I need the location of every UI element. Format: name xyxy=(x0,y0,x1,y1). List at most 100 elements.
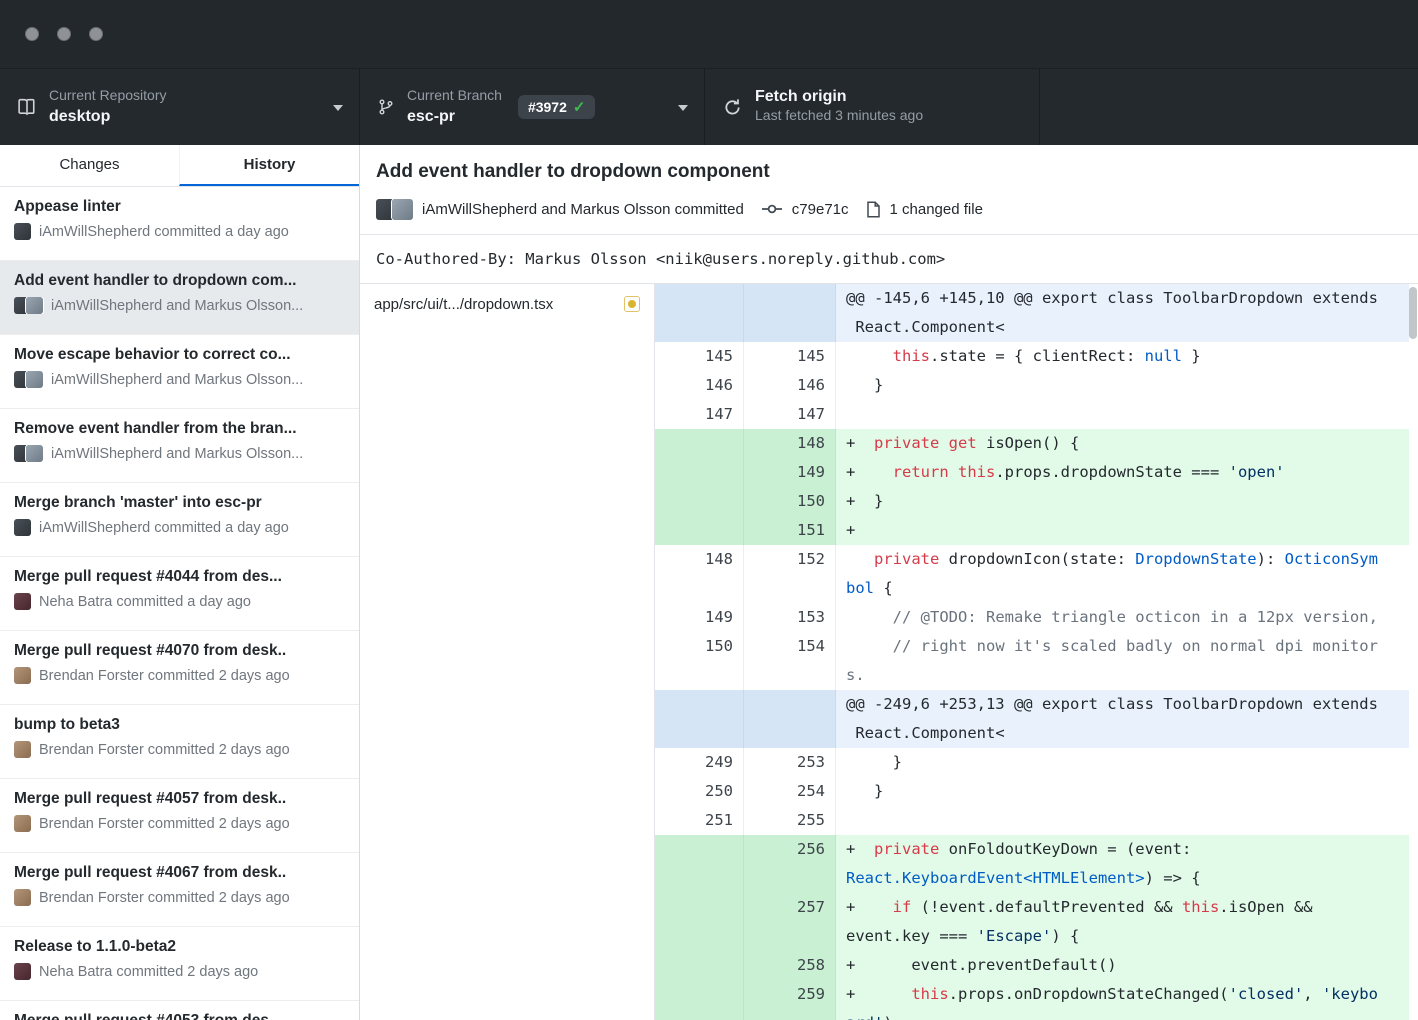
diff-row: 257+ if (!event.defaultPrevented && this… xyxy=(655,893,1409,951)
git-commit-icon xyxy=(761,201,783,217)
diff-code-line: // @TODO: Remake triangle octicon in a 1… xyxy=(836,603,1409,632)
commit-sha[interactable]: c79e71c xyxy=(792,201,849,218)
new-line-number: 253 xyxy=(744,748,836,777)
avatar xyxy=(26,297,43,314)
commit-list-item[interactable]: Move escape behavior to correct co... iAm… xyxy=(0,335,359,409)
diff-code-line: + if (!event.defaultPrevented && this.is… xyxy=(836,893,1409,951)
old-line-number: 249 xyxy=(655,748,744,777)
changed-files-count: 1 changed file xyxy=(890,201,983,218)
repo-icon xyxy=(18,98,36,116)
new-line-number: 149 xyxy=(744,458,836,487)
commit-meta-text: iAmWillShepherd and Markus Olsson... xyxy=(51,372,303,388)
commit-meta-text: iAmWillShepherd committed a day ago xyxy=(39,224,289,240)
new-line-number: 255 xyxy=(744,806,836,835)
commit-title: Release to 1.1.0-beta2 xyxy=(14,938,345,956)
diff-code-line: + this.props.onDropdownStateChanged('clo… xyxy=(836,980,1409,1020)
commit-avatars xyxy=(14,963,31,980)
check-icon: ✓ xyxy=(573,100,586,115)
commit-list-item[interactable]: Remove event handler from the bran...iAm… xyxy=(0,409,359,483)
file-list-item[interactable]: app/src/ui/t.../dropdown.tsx xyxy=(360,284,654,324)
file-path: app/src/ui/t.../dropdown.tsx xyxy=(374,296,553,313)
commit-avatars xyxy=(14,223,31,240)
commit-meta-text: Brendan Forster committed 2 days ago xyxy=(39,816,290,832)
commit-meta: Neha Batra committed a day ago xyxy=(14,593,345,610)
commit-list-item[interactable]: Merge pull request #4053 from des... xyxy=(0,1001,359,1020)
commit-title: Remove event handler from the bran... xyxy=(14,420,345,438)
current-branch-button[interactable]: Current Branch esc-pr #3972 ✓ xyxy=(360,69,705,145)
commit-avatars xyxy=(14,519,31,536)
diff-row: 145145 this.state = { clientRect: null } xyxy=(655,342,1409,371)
chevron-down-icon xyxy=(333,105,343,111)
minimize-window-button[interactable] xyxy=(57,27,71,41)
commit-title: Move escape behavior to correct co... xyxy=(14,346,345,364)
commit-avatars xyxy=(14,741,31,758)
commit-list-item[interactable]: Appease linteriAmWillShepherd committed … xyxy=(0,187,359,261)
fetch-origin-status: Last fetched 3 minutes ago xyxy=(755,107,923,125)
diff-code-line: private dropdownIcon(state: DropdownStat… xyxy=(836,545,1409,603)
commit-list-item[interactable]: Merge pull request #4044 from des...Neha… xyxy=(0,557,359,631)
commit-list-item[interactable]: Merge branch 'master' into esc-priAmWill… xyxy=(0,483,359,557)
close-window-button[interactable] xyxy=(25,27,39,41)
current-repository-value: desktop xyxy=(49,107,167,127)
commit-avatars xyxy=(14,445,43,462)
diff-view: @@ -145,6 +145,10 @@ export class Toolba… xyxy=(655,284,1418,1020)
current-repository-button[interactable]: Current Repository desktop xyxy=(0,69,360,145)
commit-list-item[interactable]: Release to 1.1.0-beta2Neha Batra committ… xyxy=(0,927,359,1001)
git-branch-icon xyxy=(378,98,394,116)
new-line-number: 148 xyxy=(744,429,836,458)
tab-history[interactable]: History xyxy=(179,145,359,186)
history-sidebar: Changes History Appease linteriAmWillShe… xyxy=(0,145,360,1020)
commit-list-item[interactable]: bump to beta3Brendan Forster committed 2… xyxy=(0,705,359,779)
avatar xyxy=(392,199,413,220)
diff-row: 258+ event.preventDefault() xyxy=(655,951,1409,980)
commit-meta: iAmWillShepherd committed a day ago xyxy=(14,223,345,240)
commit-meta: iAmWillShepherd and Markus Olsson... xyxy=(14,297,345,314)
commit-title: Merge branch 'master' into esc-pr xyxy=(14,494,345,512)
diff-row: 259+ this.props.onDropdownStateChanged('… xyxy=(655,980,1409,1020)
avatar xyxy=(14,815,31,832)
new-line-number: 254 xyxy=(744,777,836,806)
modified-status-icon xyxy=(624,296,640,312)
avatar xyxy=(14,223,31,240)
old-line-number: 251 xyxy=(655,806,744,835)
maximize-window-button[interactable] xyxy=(89,27,103,41)
new-line-number: 152 xyxy=(744,545,836,603)
diff-row: @@ -249,6 +253,13 @@ export class Toolba… xyxy=(655,690,1409,748)
commit-avatars xyxy=(14,889,31,906)
commit-title: Merge pull request #4070 from desk.. xyxy=(14,642,345,660)
changed-file-icon xyxy=(866,201,881,218)
changed-files-panel: app/src/ui/t.../dropdown.tsx xyxy=(360,284,655,1020)
old-line-number: 148 xyxy=(655,545,744,603)
diff-row: 249253 } xyxy=(655,748,1409,777)
old-line-number xyxy=(655,835,744,893)
commit-list-item[interactable]: Merge pull request #4057 from desk..Bren… xyxy=(0,779,359,853)
diff-row: 149153 // @TODO: Remake triangle octicon… xyxy=(655,603,1409,632)
diff-code-line: } xyxy=(836,748,1409,777)
commit-list-item[interactable]: Merge pull request #4070 from desk..Bren… xyxy=(0,631,359,705)
vertical-scrollbar-thumb[interactable] xyxy=(1409,287,1417,339)
old-line-number: 146 xyxy=(655,371,744,400)
current-repository-label: Current Repository xyxy=(49,87,167,105)
sync-icon xyxy=(723,98,742,117)
commit-header: Add event handler to dropdown component … xyxy=(360,145,1418,235)
commit-meta: Brendan Forster committed 2 days ago xyxy=(14,889,345,906)
commit-list-item[interactable]: Merge pull request #4067 from desk..Bren… xyxy=(0,853,359,927)
diff-code-line: this.state = { clientRect: null } xyxy=(836,342,1409,371)
commit-avatars xyxy=(14,297,43,314)
fetch-origin-button[interactable]: Fetch origin Last fetched 3 minutes ago xyxy=(705,69,1040,145)
commit-title: bump to beta3 xyxy=(14,716,345,734)
avatar xyxy=(14,667,31,684)
tab-changes[interactable]: Changes xyxy=(0,145,179,186)
old-line-number: 250 xyxy=(655,777,744,806)
avatar xyxy=(26,445,43,462)
diff-code-line: + private get isOpen() { xyxy=(836,429,1409,458)
old-line-number: 150 xyxy=(655,632,744,690)
new-line-number: 259 xyxy=(744,980,836,1020)
old-line-number xyxy=(655,284,744,342)
commit-list-item[interactable]: Add event handler to dropdown com...iAmW… xyxy=(0,261,359,335)
diff-code-line: + private onFoldoutKeyDown = (event: Rea… xyxy=(836,835,1409,893)
old-line-number: 145 xyxy=(655,342,744,371)
avatar xyxy=(14,593,31,610)
diff-code-line: @@ -249,6 +253,13 @@ export class Toolba… xyxy=(836,690,1409,748)
commit-avatars xyxy=(14,593,31,610)
